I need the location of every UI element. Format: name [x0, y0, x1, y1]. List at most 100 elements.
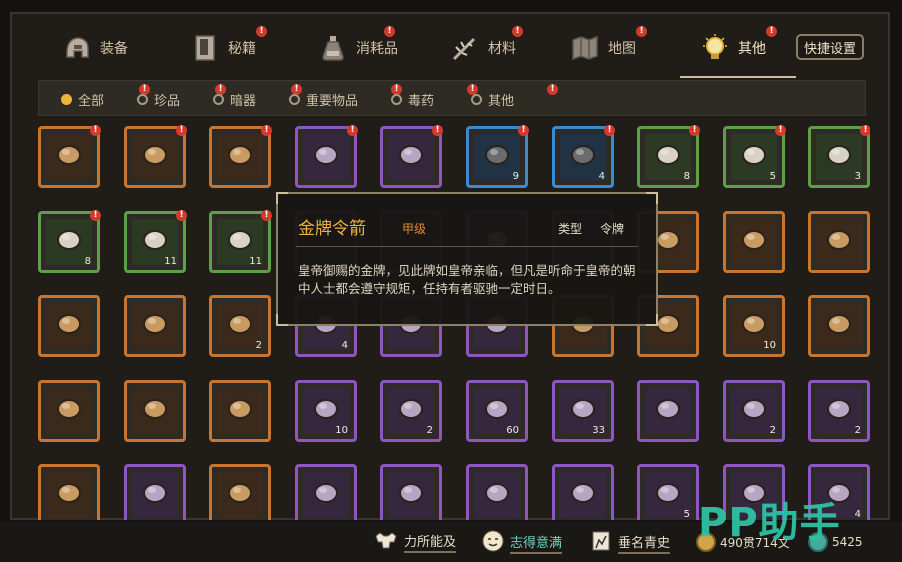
- divider: [296, 246, 638, 247]
- item-slot[interactable]: 2: [380, 380, 442, 442]
- jar-icon: [568, 140, 598, 174]
- porcelain-plate-icon: [225, 394, 255, 428]
- necklace-icon: [140, 140, 170, 174]
- item-slot[interactable]: [38, 380, 100, 442]
- tab-label: 其他: [738, 41, 766, 57]
- filter-hidden-weapon[interactable]: 暗器!: [213, 84, 302, 109]
- item-slot[interactable]: 2: [723, 380, 785, 442]
- item-count: 3: [854, 171, 861, 182]
- item-slot[interactable]: 8!: [637, 125, 700, 188]
- pot-icon: [482, 140, 512, 174]
- item-slot[interactable]: [38, 295, 100, 357]
- item-slot[interactable]: 2: [209, 295, 271, 357]
- item-slot[interactable]: [124, 380, 186, 442]
- item-count: 33: [592, 425, 605, 436]
- tab-manuals[interactable]: 秘籍 !: [190, 20, 267, 76]
- item-slot[interactable]: !: [38, 125, 101, 188]
- tab-map[interactable]: 地图 !: [570, 20, 647, 76]
- notification-badge: !: [547, 84, 558, 95]
- radio-icon: [213, 94, 224, 105]
- needles-icon: [653, 394, 683, 428]
- item-count: 9: [512, 171, 519, 182]
- ring-icon: [739, 225, 769, 259]
- filter-label: 毒药: [408, 94, 435, 109]
- tooltip-corner: [276, 192, 288, 204]
- item-slot[interactable]: [124, 464, 186, 520]
- category-tabs: 装备 秘籍 ! 消耗品 ! 材料 ! 地图 ! 其他 !: [40, 20, 870, 78]
- item-slot[interactable]: 60: [466, 380, 528, 442]
- item-count: 4: [854, 509, 861, 520]
- item-slot[interactable]: 11!: [124, 210, 187, 273]
- book-icon: [190, 33, 220, 63]
- item-slot[interactable]: 2: [808, 380, 870, 442]
- gold-ingot-icon: [739, 309, 769, 343]
- filter-poison[interactable]: 毒药!: [391, 84, 478, 109]
- helmet-icon: [62, 33, 92, 63]
- tab-consumables[interactable]: 消耗品 !: [318, 20, 398, 76]
- item-slot[interactable]: 9!: [466, 125, 529, 188]
- item-count: 10: [763, 340, 776, 351]
- item-slot[interactable]: 11!: [209, 210, 272, 273]
- item-slot[interactable]: [723, 211, 785, 273]
- item-slot[interactable]: 8!: [38, 210, 101, 273]
- herb-plate-icon: [225, 225, 255, 259]
- item-slot[interactable]: [380, 464, 442, 520]
- stat-strength[interactable]: 力所能及: [374, 530, 457, 554]
- notification-badge: !: [432, 125, 443, 136]
- stat-fame[interactable]: 垂名青史: [590, 530, 671, 556]
- old-book-icon: [568, 478, 598, 512]
- item-slot[interactable]: [552, 464, 614, 520]
- item-slot[interactable]: [209, 380, 271, 442]
- item-count: 2: [854, 425, 861, 436]
- rope-ring-icon: [54, 140, 84, 174]
- item-grade: 甲级: [402, 222, 427, 236]
- item-slot[interactable]: [808, 211, 870, 273]
- item-slot[interactable]: 10: [295, 380, 357, 442]
- item-slot[interactable]: [124, 295, 186, 357]
- filter-treasure[interactable]: 珍品!: [137, 84, 226, 109]
- tab-label: 地图: [608, 41, 636, 57]
- item-slot[interactable]: 5!: [723, 125, 786, 188]
- notification-badge: !: [860, 125, 870, 136]
- item-slot[interactable]: !: [209, 125, 272, 188]
- item-slot[interactable]: [38, 464, 100, 520]
- item-slot[interactable]: 10: [723, 295, 785, 357]
- item-slot[interactable]: [466, 464, 528, 520]
- item-count: 8: [683, 171, 690, 182]
- stat-mood[interactable]: 志得意满: [482, 530, 563, 556]
- tooltip-corner: [646, 192, 658, 204]
- notification-badge: !: [512, 26, 523, 37]
- item-slot[interactable]: [808, 295, 870, 357]
- item-count: 2: [255, 340, 262, 351]
- box-icon: [311, 478, 341, 512]
- item-count: 2: [426, 425, 433, 436]
- filter-label: 其他: [488, 94, 515, 109]
- quick-settings-button[interactable]: 快捷设置: [796, 34, 864, 60]
- item-slot[interactable]: [209, 464, 271, 520]
- item-slot[interactable]: 3!: [808, 125, 870, 188]
- tab-materials[interactable]: 材料 !: [450, 20, 523, 76]
- item-slot[interactable]: 4!: [552, 125, 615, 188]
- notification-badge: !: [689, 125, 700, 136]
- item-slot[interactable]: !: [124, 125, 187, 188]
- silver-key-icon: [739, 394, 769, 428]
- item-description: 皇帝御赐的金牌，见此牌如皇帝亲临，但凡是听命于皇帝的朝中人士都会遵守规矩，任持有…: [298, 263, 636, 296]
- item-slot[interactable]: [295, 464, 357, 520]
- tab-other[interactable]: 其他 !: [680, 20, 796, 78]
- item-slot[interactable]: 5: [637, 464, 699, 520]
- potion-icon: [318, 33, 348, 63]
- rolled-scroll-icon: [140, 309, 170, 343]
- item-slot[interactable]: [637, 380, 699, 442]
- notification-badge: !: [176, 125, 187, 136]
- filter-key-items[interactable]: 重要物品!: [289, 84, 402, 109]
- tab-equipment[interactable]: 装备: [62, 20, 128, 76]
- dagger-icon: [311, 394, 341, 428]
- tooltip-corner: [276, 314, 288, 326]
- item-slot[interactable]: !: [380, 125, 443, 188]
- item-slot[interactable]: 33: [552, 380, 614, 442]
- jade-statue-icon: [824, 309, 854, 343]
- item-slot[interactable]: !: [295, 125, 358, 188]
- filter-all[interactable]: 全部!: [61, 84, 150, 109]
- notification-badge: !: [176, 210, 187, 221]
- filter-other[interactable]: 其他!: [471, 84, 558, 109]
